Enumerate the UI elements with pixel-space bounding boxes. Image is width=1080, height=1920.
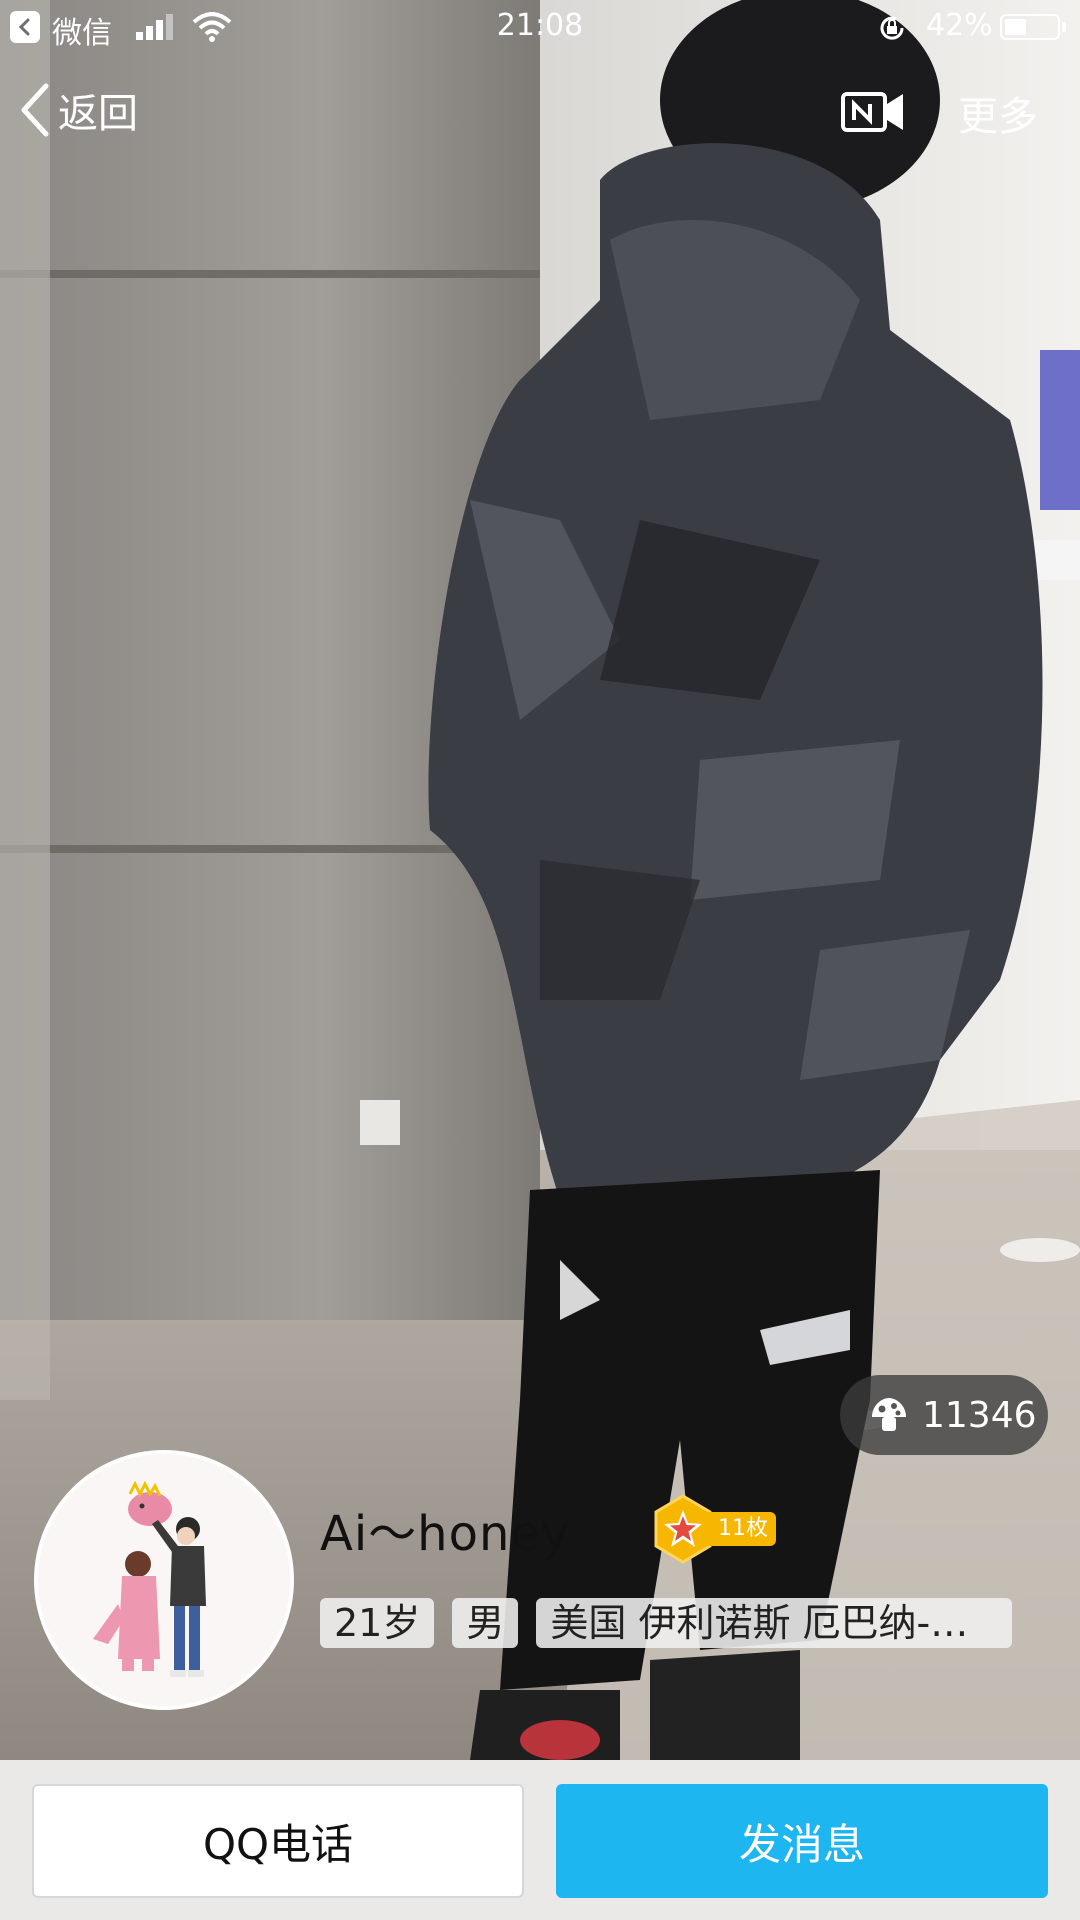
mushroom-like-icon bbox=[872, 1398, 906, 1431]
likes-badge[interactable]: 11346 bbox=[840, 1375, 1048, 1455]
nav-bar: 返回 更多 bbox=[0, 70, 1080, 150]
battery-level-fill bbox=[1005, 19, 1026, 35]
qq-call-button[interactable]: QQ电话 bbox=[32, 1784, 524, 1898]
back-button[interactable]: 返回 bbox=[18, 80, 138, 140]
battery-icon bbox=[1000, 14, 1060, 40]
profile-tags: 21岁 男 美国 伊利诺斯 厄巴纳-… bbox=[320, 1598, 1013, 1648]
avatar[interactable] bbox=[34, 1450, 294, 1710]
likes-count: 11346 bbox=[922, 1394, 1037, 1436]
more-button[interactable]: 更多 bbox=[958, 84, 1038, 142]
rotation-lock-icon bbox=[880, 16, 904, 40]
location-tag: 美国 伊利诺斯 厄巴纳-… bbox=[536, 1598, 1013, 1648]
chevron-left-icon bbox=[21, 83, 49, 137]
battery-tip bbox=[1062, 22, 1066, 32]
gender-tag: 男 bbox=[452, 1598, 519, 1648]
age-tag: 21岁 bbox=[320, 1598, 435, 1648]
send-message-button[interactable]: 发消息 bbox=[556, 1784, 1048, 1898]
video-card-icon[interactable] bbox=[840, 86, 906, 136]
medal-badge[interactable]: 11枚 bbox=[652, 1494, 776, 1564]
status-bar: 微信 21:08 42% bbox=[0, 0, 1080, 54]
medal-count: 11枚 bbox=[704, 1512, 776, 1546]
nickname: Ai～honey bbox=[320, 1506, 571, 1562]
bottom-action-bar: QQ电话 发消息 bbox=[0, 1760, 1080, 1920]
back-label: 返回 bbox=[58, 91, 138, 137]
battery-percent: 42% bbox=[926, 8, 993, 43]
status-time: 21:08 bbox=[496, 8, 584, 43]
avatar-illustration bbox=[38, 1454, 290, 1706]
